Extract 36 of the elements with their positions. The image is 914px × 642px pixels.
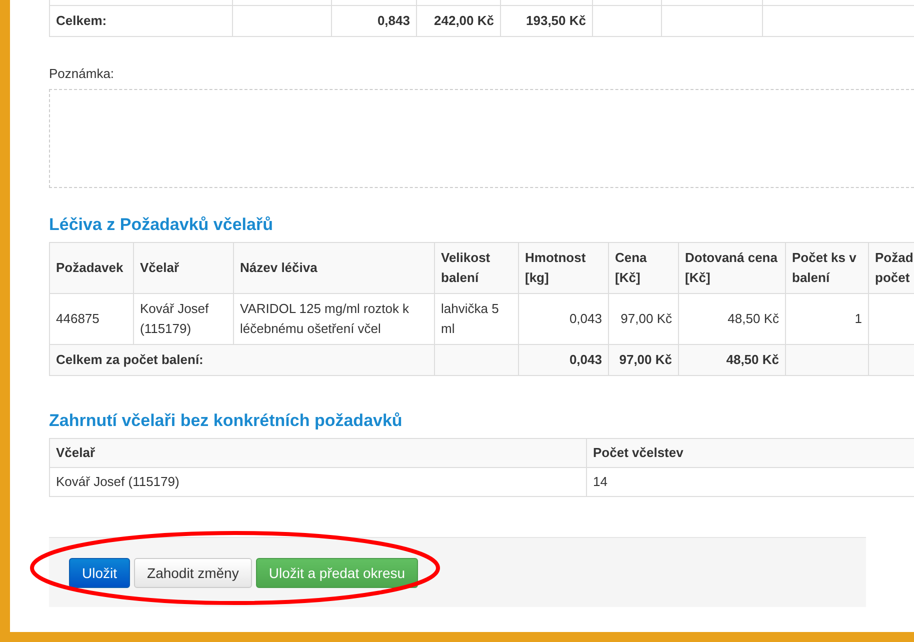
table-cell: 97,00 Kč [608, 294, 678, 344]
table-cell: 48,50 Kč [678, 294, 786, 344]
column-header: Počet včelstev [586, 438, 914, 468]
column-header: Název léčiva [234, 242, 434, 294]
column-header: Požadavek [50, 242, 134, 294]
column-header: Počet ks v balení [786, 242, 868, 294]
table-cell: Kovář Josef (115179) [134, 294, 234, 344]
table-cell: 0,043 [518, 294, 608, 344]
section-heading: Zahrnutí včelaři bez konkrétních požadavků [49, 410, 404, 432]
table-cell: 14 [586, 468, 914, 496]
column-header: Požad počet [868, 242, 914, 294]
save-button[interactable]: Uložit [69, 558, 130, 588]
column-header: Včelař [50, 438, 586, 468]
table-cell: 1 [786, 294, 868, 344]
table-cell: 242,00 Kč [416, 6, 500, 36]
table-cell: Celkem za počet balení: [50, 344, 434, 376]
section-heading: Léčiva z Požadavků včelařů [49, 214, 274, 236]
note-label: Poznámka: [49, 65, 116, 83]
table-cell: 0,043 [518, 344, 608, 376]
discard-button[interactable]: Zahodit změny [134, 558, 252, 588]
table-cell: 193,50 Kč [500, 6, 592, 36]
table-cell: 48,50 Kč [678, 344, 786, 376]
table-cell: 0,843 [332, 6, 416, 36]
table-cell: lahvička 5 ml [434, 294, 518, 344]
table-cell: Kovář Josef (115179) [50, 468, 586, 496]
column-header: Hmotnost [kg] [518, 242, 608, 294]
column-header: Cena [Kč] [608, 242, 678, 294]
table-cell: 97,00 Kč [608, 344, 678, 376]
column-header: Velikost balení [434, 242, 518, 294]
column-header: Dotovaná cena [Kč] [678, 242, 786, 294]
column-header: Včelař [134, 242, 234, 294]
save-button[interactable]: Uložit a předat okresu [256, 558, 418, 588]
table-cell: VARIDOL 125 mg/ml roztok k léčebnému ošetření včel [234, 294, 434, 344]
table-cell: Celkem: [50, 6, 232, 36]
note-field[interactable] [49, 89, 914, 188]
table-cell: 446875 [50, 294, 134, 344]
